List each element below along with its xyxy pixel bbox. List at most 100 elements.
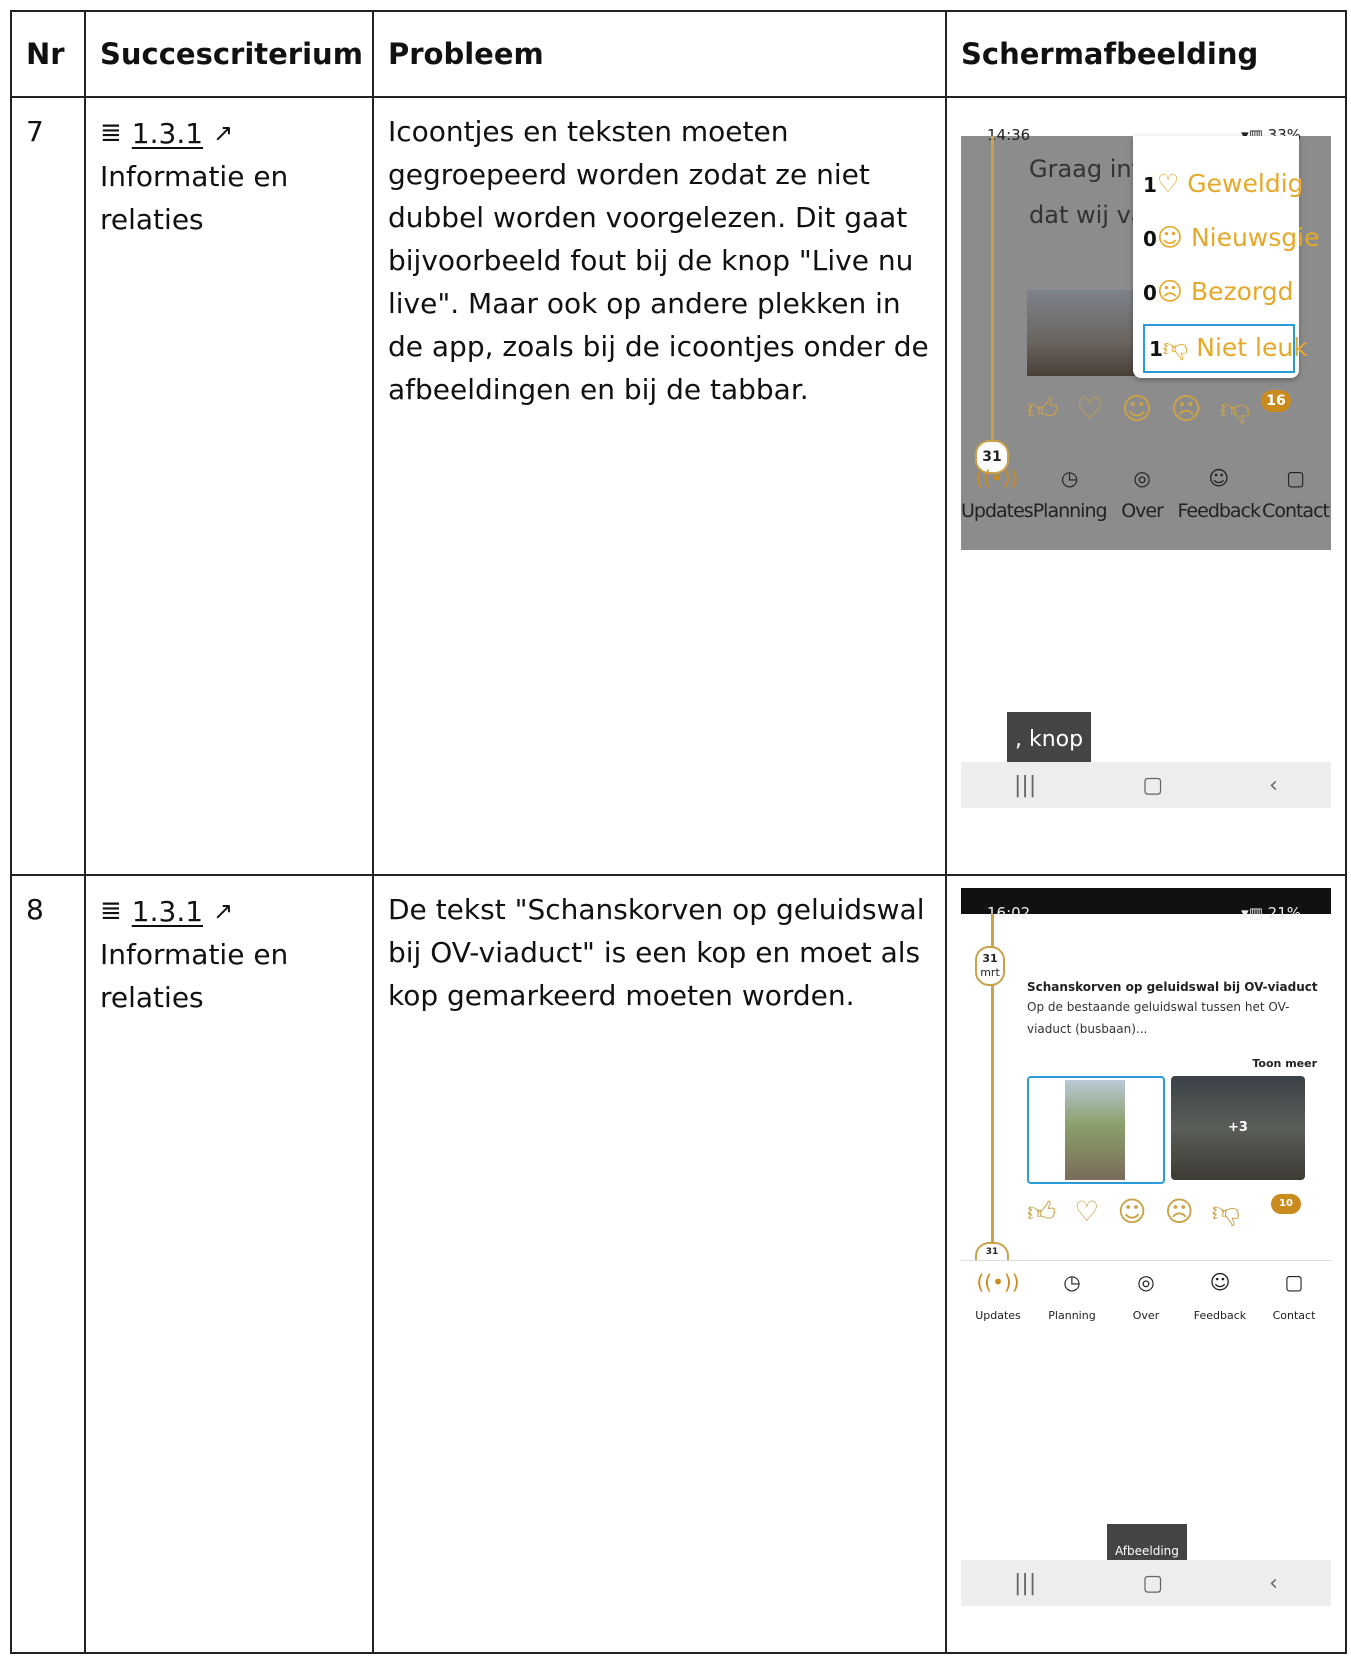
criterion-name: Informatie en relaties <box>100 938 289 1014</box>
android-nav-bar: ||| ▢ ‹ <box>961 1560 1331 1606</box>
criterion-cell: ≣ 1.3.1 ↗ Informatie en relaties <box>84 874 374 1654</box>
reaction-popup: 1♡ Geweldig 0☺ Nieuwsgie 0☹ Bezorgd 1👎︎ … <box>1133 136 1319 378</box>
criterion-name: Informatie en relaties <box>100 160 289 236</box>
tab-updates[interactable]: ((•)) Updates <box>961 466 1034 533</box>
tab-feedback[interactable]: ☺ Feedback <box>1183 1270 1257 1337</box>
thumbs-up-icon[interactable]: 👍︎ <box>1027 1190 1056 1233</box>
heart-icon: ♡ <box>1156 169 1180 198</box>
chat-icon: ▢ <box>1286 466 1305 490</box>
status-bar: 14:36 ▾▥ 33% <box>961 110 1331 144</box>
thinking-face-icon: ☺ <box>1156 223 1183 252</box>
tab-label: Updates <box>975 1309 1021 1322</box>
worried-face-icon[interactable]: ☹ <box>1171 388 1202 431</box>
tab-updates[interactable]: ((•)) Updates <box>961 1270 1035 1337</box>
tab-label: Planning <box>1048 1309 1096 1322</box>
tab-planning[interactable]: ◷ Planning <box>1035 1270 1109 1337</box>
broadcast-icon: ((•)) <box>975 466 1019 490</box>
thinking-face-icon[interactable]: ☺ <box>1121 388 1152 431</box>
thumbs-down-icon: 👎︎ <box>1162 333 1189 362</box>
header-nr: Nr <box>10 10 86 98</box>
criterion-link[interactable]: 1.3.1 <box>132 890 203 933</box>
thinking-face-icon[interactable]: ☺ <box>1117 1190 1146 1233</box>
worried-face-icon[interactable]: ☹ <box>1165 1190 1194 1233</box>
photo-thumbnail-more[interactable]: +3 <box>1171 1076 1305 1180</box>
phone-screenshot: 16:02 ▾▥ 21% 31 mrt Schanskorven op gelu… <box>961 888 1331 1640</box>
reaction-icons: 👍︎ ♡ ☺ ☹ 👎︎ <box>1027 1190 1240 1233</box>
reaction-option-focused[interactable]: 1👎︎ Niet leuk <box>1143 324 1308 373</box>
tab-bar: ((•)) Updates ◷ Planning ◎ Over ☺ Feedback ▢… <box>961 466 1331 533</box>
criterion-cell: ≣ 1.3.1 ↗ Informatie en relaties <box>84 96 374 876</box>
smiley-icon: ☺ <box>1209 1270 1231 1294</box>
status-bar: 16:02 ▾▥ 21% <box>961 888 1331 922</box>
chat-icon: ▢ <box>1284 1270 1304 1294</box>
reaction-option[interactable]: 0☺ Nieuwsgie <box>1143 216 1319 261</box>
header-screenshot: Schermafbeelding <box>945 10 1347 98</box>
criterion-link[interactable]: 1.3.1 <box>132 112 203 155</box>
clock-icon: ◷ <box>1063 1270 1081 1294</box>
problem-text: Icoontjes en teksten moeten gegroepeerd … <box>372 96 947 876</box>
reaction-label: Bezorgd <box>1190 277 1294 306</box>
tab-planning[interactable]: ◷ Planning <box>1032 466 1108 533</box>
tab-label: Updates <box>961 500 1034 522</box>
criterion-link-group: ≣ 1.3.1 ↗ <box>100 890 233 933</box>
recent-apps-icon[interactable]: ||| <box>1014 764 1036 807</box>
reaction-label: Nieuwsgie <box>1190 223 1320 252</box>
thumbs-up-icon[interactable]: 👍︎ <box>1027 388 1058 431</box>
timeline-line <box>991 136 994 456</box>
list-icon: ≣ <box>100 896 122 926</box>
date-bubble: 31 <box>975 1242 1009 1260</box>
smiley-icon: ☺ <box>1208 466 1230 490</box>
tab-label: Feedback <box>1193 1309 1247 1322</box>
reaction-icons: 👍︎ ♡ ☺ ☹ 👎︎ <box>1027 388 1250 431</box>
tab-contact[interactable]: ▢ Contact <box>1257 1270 1331 1337</box>
reaction-count: 0 <box>1143 227 1157 251</box>
phone-screenshot: 14:36 ▾▥ 33% Graag info dat wij var 👍︎ ♡… <box>961 110 1331 862</box>
row-nr: 7 <box>10 96 86 876</box>
reaction-option[interactable]: 0☹ Bezorgd <box>1143 270 1293 315</box>
screenshot-cell: 16:02 ▾▥ 21% 31 mrt Schanskorven op gelu… <box>945 874 1347 1654</box>
battery-level: 21% <box>1267 904 1301 922</box>
tab-over[interactable]: ◎ Over <box>1109 1270 1183 1337</box>
row-nr: 8 <box>10 874 86 1654</box>
reaction-count: 1 <box>1143 173 1157 197</box>
date-bubble: 31 mrt <box>975 946 1005 986</box>
reaction-count-badge[interactable]: 10 <box>1271 1194 1301 1214</box>
heart-icon[interactable]: ♡ <box>1076 388 1103 431</box>
thumbs-down-icon[interactable]: 👎︎ <box>1212 1190 1240 1233</box>
screenshot-cell: 14:36 ▾▥ 33% Graag info dat wij var 👍︎ ♡… <box>945 96 1347 876</box>
tab-contact[interactable]: ▢ Contact <box>1260 466 1331 533</box>
tab-over[interactable]: ◎ Over <box>1107 466 1178 533</box>
photo-thumbnail[interactable] <box>1027 1076 1165 1184</box>
post-text: Op de bestaande geluidswal tussen het OV… <box>1027 1000 1290 1036</box>
home-icon[interactable]: ▢ <box>1142 764 1163 807</box>
worried-face-icon: ☹ <box>1156 277 1183 306</box>
tab-label: Over <box>1132 1309 1160 1322</box>
header-problem: Probleem <box>372 10 947 98</box>
reaction-label: Niet leuk <box>1196 333 1308 362</box>
tab-feedback[interactable]: ☺ Feedback <box>1178 466 1261 533</box>
fingerprint-icon: ◎ <box>1133 466 1151 490</box>
list-icon: ≣ <box>100 118 122 148</box>
reaction-count-badge[interactable]: 16 <box>1261 390 1291 412</box>
reaction-count: 0 <box>1143 281 1157 305</box>
home-icon[interactable]: ▢ <box>1142 1562 1163 1605</box>
date-month: mrt <box>980 966 1000 979</box>
external-link-icon: ↗ <box>213 897 234 925</box>
reaction-count: 1 <box>1149 337 1163 361</box>
reaction-option[interactable]: 1♡ Geweldig <box>1143 162 1304 207</box>
findings-table: Nr Succescriterium Probleem Schermafbeel… <box>10 10 1347 1654</box>
back-icon[interactable]: ‹ <box>1269 1562 1278 1605</box>
heart-icon[interactable]: ♡ <box>1074 1190 1099 1233</box>
external-link-icon: ↗ <box>213 119 234 147</box>
back-icon[interactable]: ‹ <box>1269 764 1278 807</box>
problem-text: De tekst "Schanskorven op geluidswal bij… <box>372 874 947 1654</box>
tab-bar: ((•)) Updates ◷ Planning ◎ Over ☺ Feedback ▢… <box>961 1270 1331 1337</box>
recent-apps-icon[interactable]: ||| <box>1014 1562 1036 1605</box>
table-row: 8 ≣ 1.3.1 ↗ Informatie en relaties De te… <box>10 874 1347 1654</box>
status-battery: ▾▥ 21% <box>1241 904 1301 922</box>
table-row: 7 ≣ 1.3.1 ↗ Informatie en relaties Icoon… <box>10 96 1347 876</box>
thumbs-down-icon[interactable]: 👎︎ <box>1220 388 1250 431</box>
photo-image <box>1065 1080 1125 1180</box>
tab-label: Planning <box>1032 500 1108 522</box>
fingerprint-icon: ◎ <box>1137 1270 1155 1294</box>
